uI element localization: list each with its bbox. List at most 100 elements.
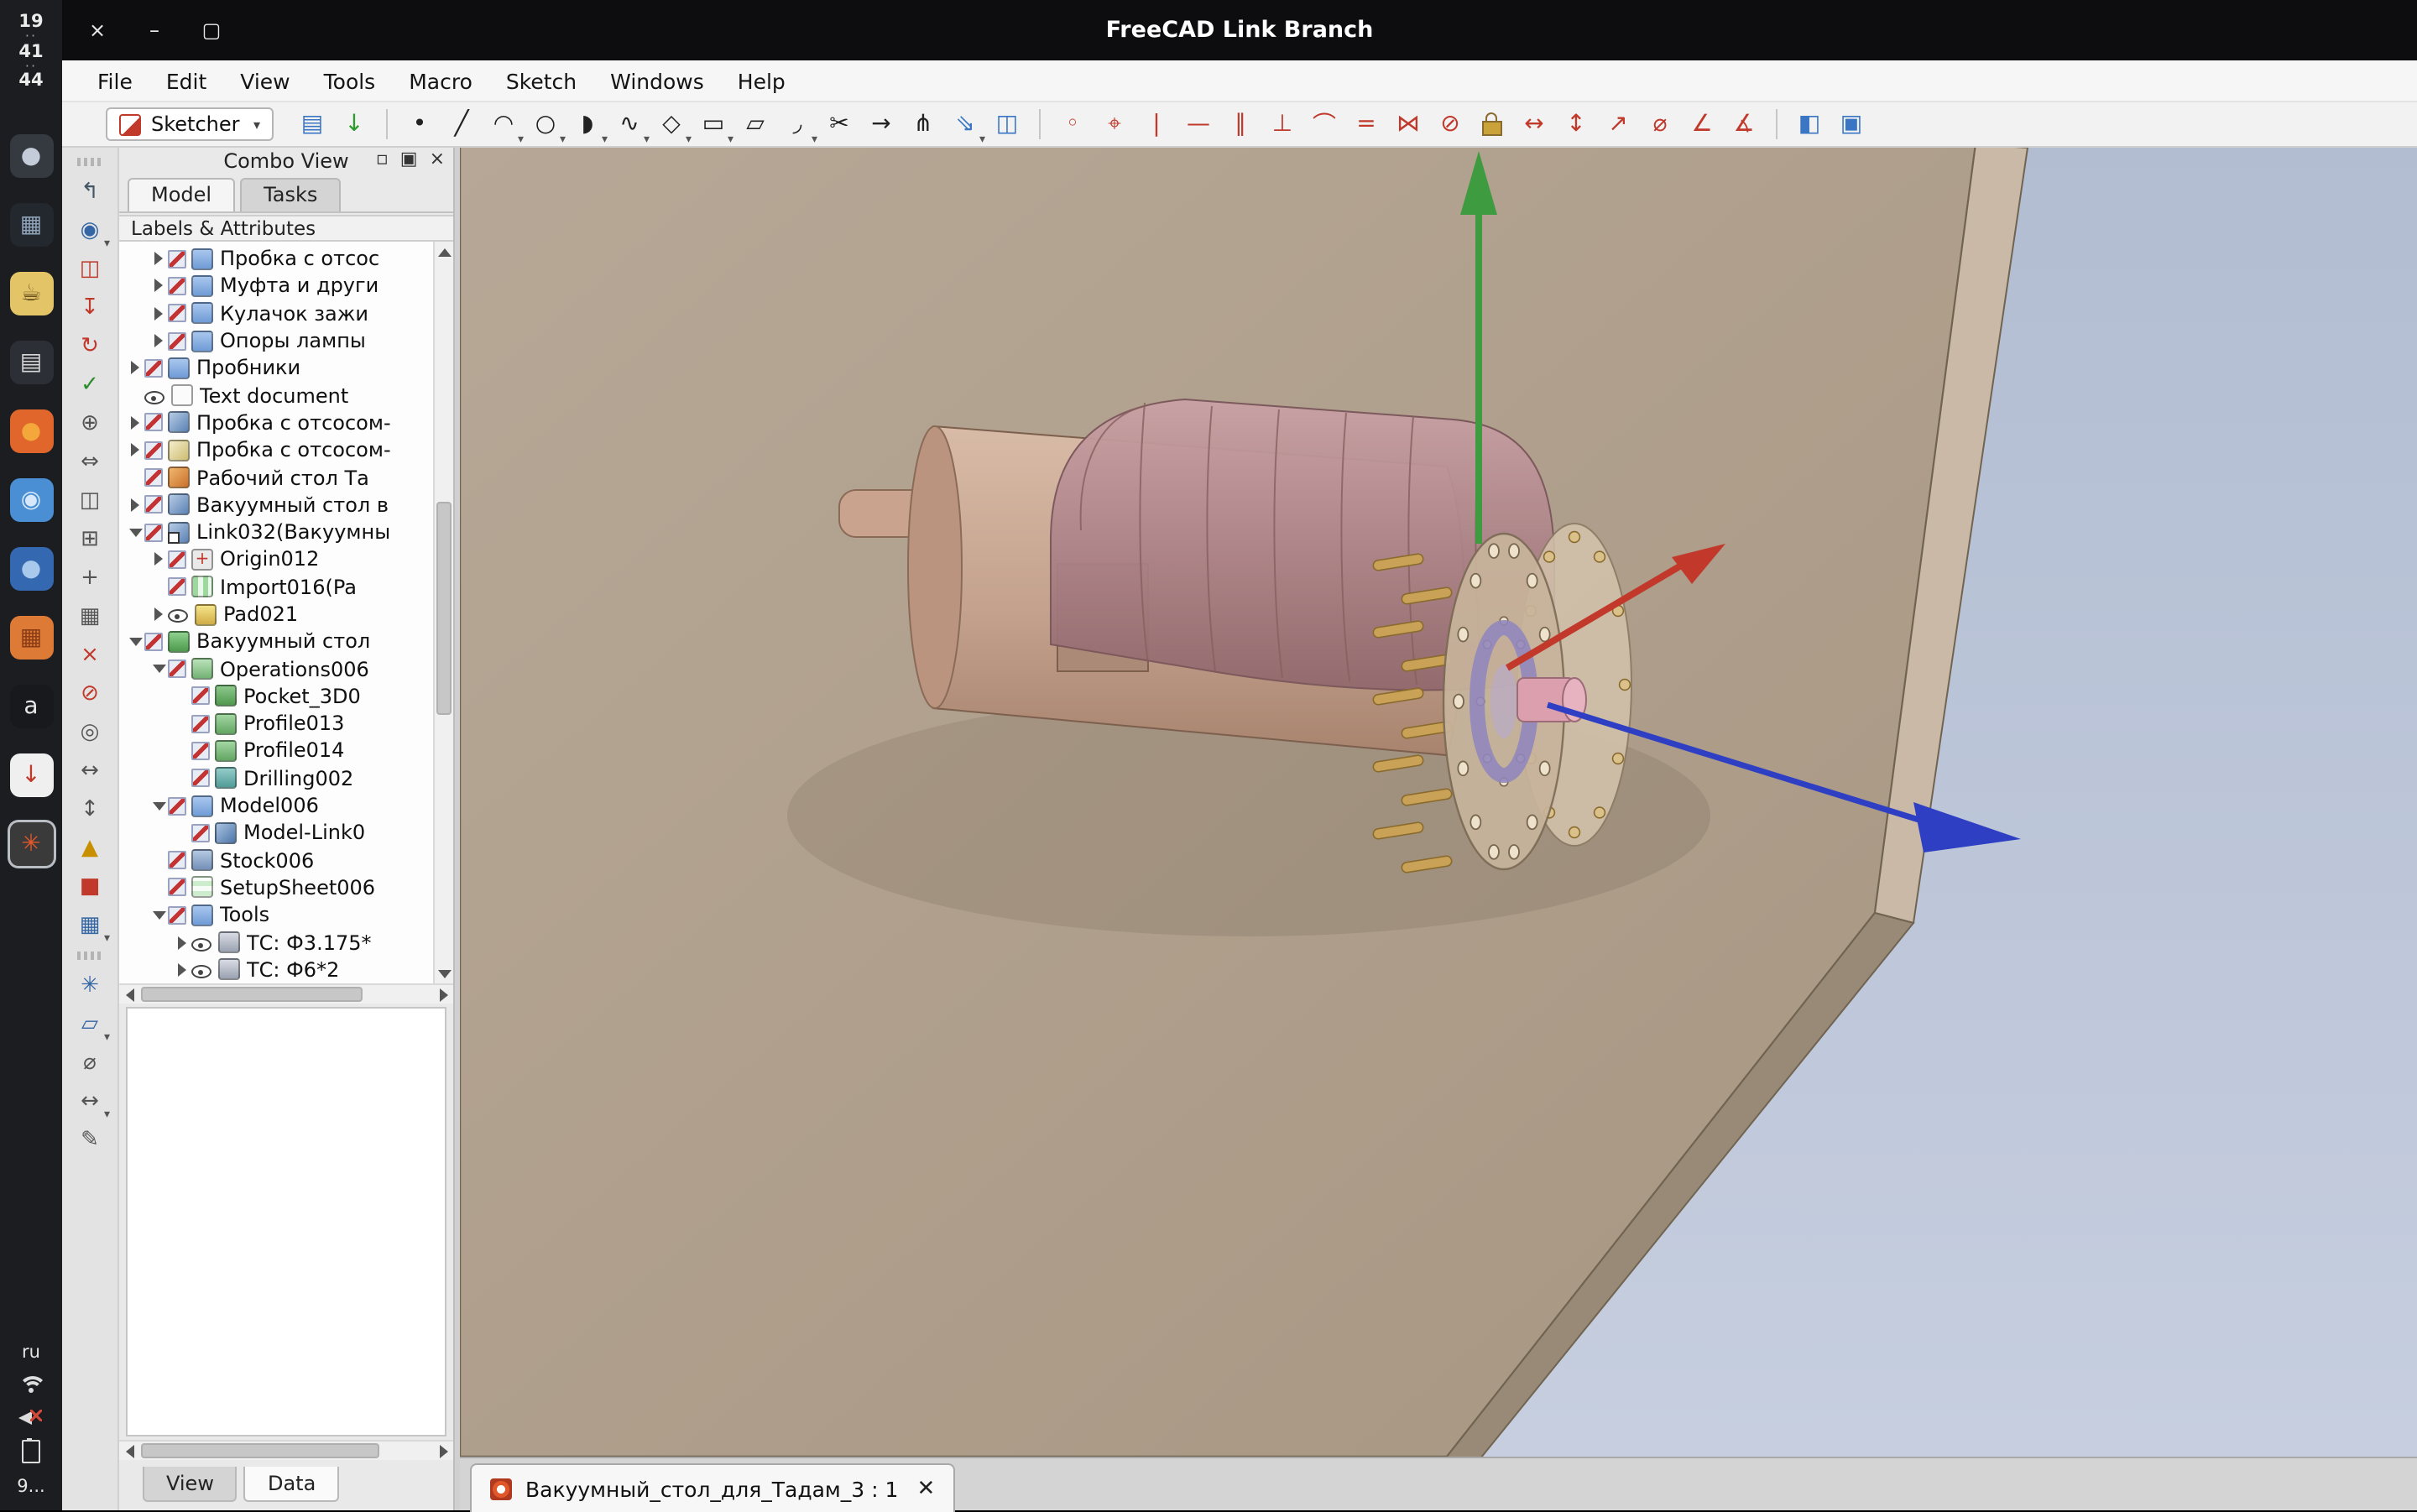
tab-model[interactable]: Model xyxy=(128,178,235,211)
tree-expander-icon[interactable] xyxy=(149,553,168,566)
constrain-symmetric-button[interactable]: ⋈ xyxy=(1390,106,1427,143)
scroll-down-icon[interactable] xyxy=(435,963,453,983)
create-arc-button[interactable]: ◠▾ xyxy=(485,106,522,143)
tree-item[interactable]: Pocket_3D0 xyxy=(119,683,433,711)
tree-header[interactable]: Labels & Attributes xyxy=(119,215,453,242)
activate-constraint-button[interactable]: ▣ xyxy=(1833,106,1870,143)
tree-expander-icon[interactable] xyxy=(126,443,144,456)
tree-hscroll-thumb[interactable] xyxy=(141,987,363,1002)
keyboard-layout-indicator[interactable]: ru xyxy=(22,1343,40,1363)
tree-item[interactable]: Profile013 xyxy=(119,710,433,738)
clone-button[interactable]: ◫ xyxy=(70,483,110,519)
toolbar-grip[interactable] xyxy=(76,952,103,960)
constrain-vertical-button[interactable]: | xyxy=(1138,106,1175,143)
scroll-left-icon[interactable] xyxy=(119,1442,139,1460)
save-file-button[interactable]: ↓ xyxy=(336,106,373,143)
tree-item[interactable]: Tools xyxy=(119,901,433,929)
grid-toggle-button[interactable]: ▦▾ xyxy=(70,908,110,943)
create-circle-button[interactable]: ○▾ xyxy=(527,106,564,143)
property-hscroll-thum b[interactable] xyxy=(141,1443,379,1458)
menu-help[interactable]: Help xyxy=(723,65,801,96)
tree-item[interactable]: Кулачок зажи xyxy=(119,300,433,327)
create-slot-button[interactable]: ▱ xyxy=(737,106,774,143)
delete-all-constraints-button[interactable]: ⊘ xyxy=(70,676,110,712)
tree-item[interactable]: Link032(Вакуумны xyxy=(119,519,433,546)
tree-expander-icon[interactable] xyxy=(149,911,168,920)
menu-view[interactable]: View xyxy=(225,65,305,96)
toolbar-grip[interactable] xyxy=(76,158,103,166)
constrain-angle-button[interactable]: ∠ xyxy=(1684,106,1720,143)
stop-operation-button[interactable]: ■ xyxy=(70,869,110,905)
tree-item[interactable]: Origin012 xyxy=(119,546,433,574)
leave-sketch-button[interactable]: ↰ xyxy=(70,175,110,210)
snap-toggle-button[interactable]: ✳ xyxy=(70,968,110,1004)
app-download[interactable]: ↓ xyxy=(9,754,53,798)
copy-button[interactable]: ⊞ xyxy=(70,522,110,557)
constrain-snell-button[interactable]: ∡ xyxy=(1725,106,1762,143)
app-sphere[interactable]: ● xyxy=(9,135,53,179)
tree-expander-icon[interactable] xyxy=(173,963,191,977)
constrain-distance-button[interactable]: ↗ xyxy=(1600,106,1637,143)
select-origin-button[interactable]: ◎ xyxy=(70,715,110,750)
tree-expander-icon[interactable] xyxy=(149,334,168,347)
measure-button[interactable]: ⌀ xyxy=(70,1045,110,1081)
tree-item[interactable]: Опоры лампы xyxy=(119,327,433,355)
tree-item[interactable]: Stock006 xyxy=(119,847,433,874)
tree-expander-icon[interactable] xyxy=(126,416,144,430)
close-window-button[interactable]: × xyxy=(86,20,109,40)
tree-item[interactable]: Рабочий стол Та xyxy=(119,464,433,492)
constrain-perpendicular-button[interactable]: ⊥ xyxy=(1264,106,1301,143)
select-horizontal-axis-button[interactable]: ↔ xyxy=(70,753,110,789)
carbon-copy-button[interactable]: ◫ xyxy=(989,106,1026,143)
tree-item[interactable]: Drilling002 xyxy=(119,764,433,792)
tree-expander-icon[interactable] xyxy=(126,362,144,375)
scroll-up-icon[interactable] xyxy=(435,242,453,262)
app-teapot[interactable]: ☕ xyxy=(9,273,53,316)
create-point-button[interactable]: • xyxy=(401,106,438,143)
app-chromium[interactable]: ◉ xyxy=(9,479,53,523)
menu-macro[interactable]: Macro xyxy=(394,65,488,96)
menu-tools[interactable]: Tools xyxy=(309,65,391,96)
move-button[interactable]: + xyxy=(70,560,110,596)
tree-expander-icon[interactable] xyxy=(126,528,144,536)
app-web-globe[interactable]: ● xyxy=(9,548,53,592)
create-line-button[interactable]: ╱ xyxy=(443,106,480,143)
view-section-button[interactable]: ◫ xyxy=(70,252,110,287)
menu-windows[interactable]: Windows xyxy=(595,65,719,96)
scroll-right-icon[interactable] xyxy=(433,985,453,1004)
property-editor[interactable] xyxy=(126,1007,446,1436)
close-panel-button[interactable]: × xyxy=(430,149,445,168)
tree-item[interactable]: ТС: Ф6*2 xyxy=(119,956,433,983)
tab-view[interactable]: View xyxy=(143,1467,238,1502)
app-firefox[interactable]: ● xyxy=(9,410,53,454)
constrain-parallel-button[interactable]: ∥ xyxy=(1222,106,1259,143)
tree-item[interactable]: Pad021 xyxy=(119,601,433,628)
property-horizontal-scrollbar[interactable] xyxy=(119,1440,453,1460)
constrain-equal-button[interactable]: = xyxy=(1348,106,1385,143)
map-sketch-button[interactable]: ↧ xyxy=(70,290,110,326)
tree-item[interactable]: Пробники xyxy=(119,354,433,382)
constrain-distance-x-button[interactable]: ↔ xyxy=(1516,106,1553,143)
document-tab[interactable]: Вакуумный_стол_для_Тадам_3 : 1 ✕ xyxy=(470,1463,955,1512)
tree-item[interactable]: Вакуумный стол xyxy=(119,628,433,655)
tab-data[interactable]: Data xyxy=(244,1467,339,1502)
tree-item[interactable]: Profile014 xyxy=(119,738,433,765)
split-edge-button[interactable]: ⋔ xyxy=(905,106,942,143)
tree-item[interactable]: Text document xyxy=(119,382,433,409)
scroll-left-icon[interactable] xyxy=(119,985,139,1004)
create-rectangle-button[interactable]: ▭▾ xyxy=(695,106,732,143)
wifi-icon[interactable] xyxy=(18,1376,44,1395)
app-orange-grid[interactable]: ▦ xyxy=(9,617,53,660)
tree-item[interactable]: Пробка с отсос xyxy=(119,245,433,273)
external-geometry-button[interactable]: ⇘▾ xyxy=(947,106,984,143)
view-sketch-button[interactable]: ◉▾ xyxy=(70,213,110,248)
merge-sketches-button[interactable]: ⊕ xyxy=(70,406,110,441)
constrain-distance-y-button[interactable]: ↕ xyxy=(1558,106,1595,143)
dimension-button[interactable]: ↔▾ xyxy=(70,1084,110,1119)
toggle-driving-constraint-button[interactable]: ◧ xyxy=(1791,106,1828,143)
constrain-tangent-button[interactable]: ⌒ xyxy=(1306,106,1343,143)
constrain-lock-button[interactable] xyxy=(1474,106,1511,143)
constrain-coincident-button[interactable]: ◦ xyxy=(1054,106,1091,143)
tree-item[interactable]: Model006 xyxy=(119,792,433,820)
maximize-window-button[interactable]: ▢ xyxy=(200,20,223,40)
